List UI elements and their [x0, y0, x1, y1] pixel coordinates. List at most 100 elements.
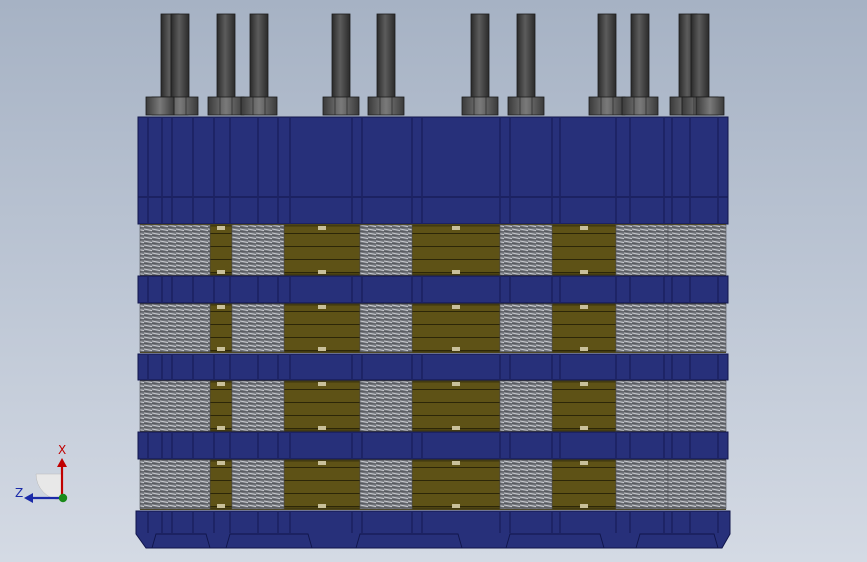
spring-1-3 [359, 224, 413, 276]
triad-plane-icon [35, 473, 63, 501]
core-tab-top-2-1 [217, 305, 225, 309]
core-block-4-2 [283, 460, 361, 509]
spring-4-1 [139, 459, 211, 510]
core-block-3-4 [551, 381, 617, 431]
spring-1-5 [615, 224, 669, 276]
spring-1-2 [231, 224, 285, 276]
core-tab-bot-1-4 [580, 270, 588, 274]
spring-2-6 [667, 303, 727, 353]
core-tab-bot-1-2 [318, 270, 326, 274]
spring-4-5 [615, 459, 669, 510]
core-tab-top-3-1 [217, 382, 225, 386]
core-tab-top-4-3 [452, 461, 460, 465]
middle-plate-3 [137, 431, 729, 460]
core-tab-top-4-4 [580, 461, 588, 465]
core-block-1-2 [283, 225, 361, 275]
core-block-3-3 [411, 381, 501, 431]
bolt-7 [470, 13, 490, 101]
core-block-2-1 [209, 304, 233, 352]
core-tab-top-2-2 [318, 305, 326, 309]
bolt-6 [376, 13, 396, 101]
spring-1-6 [667, 224, 727, 276]
core-tab-bot-2-4 [580, 347, 588, 351]
coordinate-triad: X Z [15, 443, 68, 503]
spring-4-3 [359, 459, 413, 510]
bottom-base-plate [135, 510, 731, 549]
spring-4-6 [667, 459, 727, 510]
core-block-4-1 [209, 460, 233, 509]
bolt-9 [597, 13, 617, 101]
core-tab-bot-2-2 [318, 347, 326, 351]
core-block-4-3 [411, 460, 501, 509]
core-tab-top-4-2 [318, 461, 326, 465]
core-block-1-4 [551, 225, 617, 275]
end-nut-1 [145, 96, 175, 116]
core-tab-top-2-4 [580, 305, 588, 309]
nut-6 [367, 96, 405, 116]
spring-3-6 [667, 380, 727, 432]
nut-9 [588, 96, 626, 116]
core-tab-bot-1-1 [217, 270, 225, 274]
nut-10 [621, 96, 659, 116]
spring-3-1 [139, 380, 211, 432]
bolt-4 [249, 13, 269, 101]
x-axis-label: X [58, 443, 66, 457]
end-nut-2 [695, 96, 725, 116]
core-tab-top-1-1 [217, 226, 225, 230]
spring-3-4 [499, 380, 553, 432]
core-tab-bot-4-3 [452, 504, 460, 508]
core-tab-bot-1-3 [452, 270, 460, 274]
z-axis-arrowhead [24, 493, 33, 503]
z-axis-label: Z [15, 486, 23, 500]
core-tab-top-3-2 [318, 382, 326, 386]
core-tab-bot-3-2 [318, 426, 326, 430]
core-tab-bot-4-1 [217, 504, 225, 508]
nut-7 [461, 96, 499, 116]
spring-3-2 [231, 380, 285, 432]
graphics-viewport[interactable]: X Z [0, 0, 867, 562]
core-tab-bot-3-3 [452, 426, 460, 430]
spring-2-3 [359, 303, 413, 353]
nut-5 [322, 96, 360, 116]
core-block-4-4 [551, 460, 617, 509]
core-tab-top-2-3 [452, 305, 460, 309]
bolt-10 [630, 13, 650, 101]
core-tab-top-3-4 [580, 382, 588, 386]
middle-plate-1 [137, 275, 729, 304]
spring-3-5 [615, 380, 669, 432]
core-block-1-1 [209, 225, 233, 275]
core-tab-top-1-2 [318, 226, 326, 230]
bolt-2 [170, 13, 190, 101]
core-tab-bot-3-4 [580, 426, 588, 430]
stack-group [135, 116, 731, 549]
bolt-3 [216, 13, 236, 101]
spring-4-4 [499, 459, 553, 510]
core-block-2-3 [411, 304, 501, 352]
spring-1-1 [139, 224, 211, 276]
core-tab-bot-2-1 [217, 347, 225, 351]
core-block-2-2 [283, 304, 361, 352]
spring-3-3 [359, 380, 413, 432]
nut-8 [507, 96, 545, 116]
middle-plate-2 [137, 353, 729, 381]
bolt-8 [516, 13, 536, 101]
nut-3 [207, 96, 245, 116]
spring-2-2 [231, 303, 285, 353]
bolt-5 [331, 13, 351, 101]
core-tab-bot-4-4 [580, 504, 588, 508]
top-plate [137, 116, 729, 198]
x-axis-arrowhead [57, 458, 67, 467]
core-tab-top-1-3 [452, 226, 460, 230]
spring-2-1 [139, 303, 211, 353]
spring-stack-assembly-model[interactable] [0, 0, 867, 562]
core-tab-top-1-4 [580, 226, 588, 230]
core-tab-bot-2-3 [452, 347, 460, 351]
bolt-12 [690, 13, 710, 101]
core-block-1-3 [411, 225, 501, 275]
core-block-3-2 [283, 381, 361, 431]
core-block-2-4 [551, 304, 617, 352]
core-tab-top-3-3 [452, 382, 460, 386]
core-tab-top-4-1 [217, 461, 225, 465]
core-tab-bot-4-2 [318, 504, 326, 508]
spring-2-4 [499, 303, 553, 353]
